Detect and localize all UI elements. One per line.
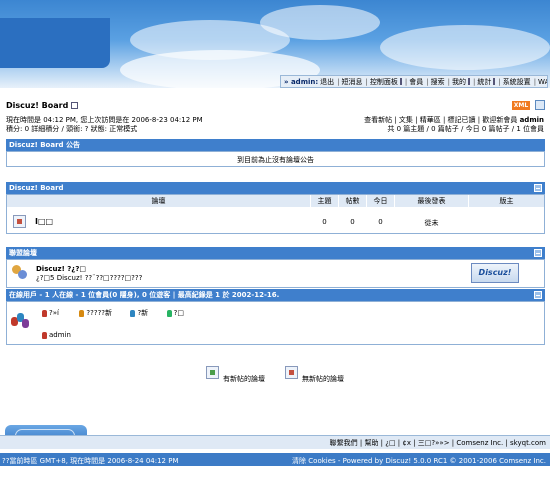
status-text: 狀態: 正常模式 bbox=[90, 125, 138, 133]
col-forum: 論壇 bbox=[7, 195, 310, 207]
online-legend: ?»í ?????新 ?新 ?□ bbox=[42, 308, 184, 318]
col-last-post: 最後發表 bbox=[395, 195, 468, 207]
nav-pm[interactable]: 短消息 bbox=[342, 77, 363, 87]
newest-member[interactable]: admin bbox=[520, 116, 544, 124]
col-moderator: 版主 bbox=[469, 195, 544, 207]
online-user-entry[interactable]: admin bbox=[42, 331, 71, 339]
link-forum-name[interactable]: Discuz! ?¿?□ bbox=[36, 265, 86, 273]
mod-user-icon bbox=[130, 309, 136, 317]
footer-timezone: ??當前時區 GMT+8, 現在時間是 2006-8-24 04:12 PM bbox=[2, 457, 179, 465]
quick-links-text[interactable]: 查看新帖 | 文集 | 精華區 | 標記已讀 | 歡迎新會員 bbox=[364, 116, 517, 124]
nav-my[interactable]: 我的 bbox=[452, 77, 466, 87]
forum-status-icon bbox=[13, 215, 26, 228]
footer-links-bar: 聯繫我們 | 幫助 | ¿□ | ¢x | 三□?»»> | Comsenz I… bbox=[0, 435, 550, 449]
dropdown-icon[interactable] bbox=[467, 78, 470, 85]
col-topics: 主題 bbox=[311, 195, 338, 207]
footer-info-bar: ??當前時區 GMT+8, 現在時間是 2006-8-24 04:12 PM 清… bbox=[0, 453, 550, 466]
dropdown-icon[interactable] bbox=[493, 78, 496, 85]
collapse-icon[interactable] bbox=[534, 291, 542, 299]
legend-new: 有新帖的論壇 bbox=[223, 375, 265, 383]
legend-supermod: ?????新 bbox=[86, 309, 112, 317]
online-title[interactable]: 在線用戶 - 1 人在線 - 1 位會員(0 隱身), 0 位遊客 | 最高紀錄… bbox=[9, 291, 279, 299]
forum-header: Discuz! Board bbox=[6, 182, 545, 194]
online-header: 在線用戶 - 1 人在線 - 1 位會員(0 隱身), 0 位遊客 | 最高紀錄… bbox=[6, 289, 545, 301]
footer-links[interactable]: 聯繫我們 | 幫助 | ¿□ | ¢x | 三□?»»> | Comsenz I… bbox=[330, 438, 546, 448]
announce-text: 到目前為止沒有論壇公告 bbox=[237, 156, 314, 164]
nav-search[interactable]: 搜索 bbox=[431, 77, 445, 87]
nav-logout[interactable]: 退出 bbox=[320, 77, 334, 87]
links-body: Discuz! ?¿?□ ¿?□5 Discuz! ??¨??□????□???… bbox=[6, 259, 545, 288]
top-nav: » admin: 退出 | 短消息 | 控制面板 | 會員 | 搜索 | 我的 | 統計 | … bbox=[280, 75, 548, 88]
forum-last-post: 從未 bbox=[424, 219, 439, 227]
nav-members[interactable]: 會員 bbox=[409, 77, 423, 87]
rss-icon[interactable] bbox=[535, 100, 545, 110]
board-stats: 共 0 篇主題 / 0 篇帖子 / 今日 0 篇帖子 / 1 位會員 bbox=[387, 125, 544, 133]
links-title: 聯盟論壇 bbox=[9, 249, 37, 257]
legend-mod: ?新 bbox=[137, 309, 149, 317]
board-title[interactable]: Discuz! Board bbox=[6, 101, 68, 110]
legend-member: ?□ bbox=[173, 309, 184, 317]
legend-nonew: 無新帖的論壇 bbox=[302, 375, 344, 383]
nav-control-panel[interactable]: 控制面板 bbox=[370, 77, 398, 87]
forum-cat-title[interactable]: Discuz! Board bbox=[9, 184, 64, 192]
col-today: 今日 bbox=[367, 195, 394, 207]
dropdown-icon[interactable] bbox=[399, 78, 402, 85]
forum-table: 論壇 主題 帖數 今日 最後發表 版主 I□□ 0 0 0 從未 bbox=[6, 194, 545, 234]
credits-text: 積分: 0 詳細積分 / 頭銜: ? bbox=[6, 125, 89, 133]
online-users-icon bbox=[11, 312, 31, 332]
xml-badge[interactable]: XML bbox=[512, 101, 530, 110]
col-posts: 帖數 bbox=[339, 195, 366, 207]
nav-stats[interactable]: 統計 bbox=[477, 77, 491, 87]
legend-admin: ?»í bbox=[49, 309, 59, 317]
admin-user-icon bbox=[42, 331, 47, 339]
footer-powered[interactable]: 清除 Cookies - Powered by Discuz! 5.0.0 RC… bbox=[292, 456, 546, 466]
online-user-name[interactable]: admin bbox=[49, 331, 71, 339]
no-new-posts-icon bbox=[285, 366, 298, 379]
announce-header: Discuz! Board 公告 bbox=[6, 139, 545, 151]
announce-title: Discuz! Board 公告 bbox=[9, 141, 80, 149]
links-header: 聯盟論壇 bbox=[6, 247, 545, 259]
announce-body: 到目前為止沒有論壇公告 bbox=[6, 151, 545, 167]
online-body: ?»í ?????新 ?新 ?□ admin bbox=[6, 301, 545, 345]
supermod-user-icon bbox=[79, 309, 85, 317]
link-forum-icon bbox=[11, 264, 28, 281]
link-forum-logo[interactable]: Discuz! bbox=[471, 263, 519, 283]
logo[interactable] bbox=[0, 18, 110, 68]
user-credits: 積分: 0 詳細積分 / 頭銜: ? 狀態: 正常模式 bbox=[6, 124, 137, 134]
new-posts-icon bbox=[206, 366, 219, 379]
dropdown-icon[interactable] bbox=[71, 102, 79, 109]
nav-wap[interactable]: WAP bbox=[538, 78, 547, 86]
collapse-icon[interactable] bbox=[534, 184, 542, 192]
collapse-icon[interactable] bbox=[534, 249, 542, 257]
member-user-icon bbox=[166, 309, 172, 317]
nav-settings[interactable]: 系統設置 bbox=[503, 77, 531, 87]
forum-topics: 0 bbox=[322, 218, 327, 226]
nav-greeting: » admin: bbox=[284, 77, 319, 86]
forum-name[interactable]: I□□ bbox=[35, 217, 53, 226]
forum-today: 0 bbox=[378, 218, 383, 226]
board-title-wrap: Discuz! Board bbox=[6, 101, 79, 110]
admin-user-icon bbox=[42, 309, 47, 317]
link-forum-desc: ¿?□5 Discuz! ??¨??□????□??? bbox=[36, 274, 143, 282]
forum-posts: 0 bbox=[350, 218, 355, 226]
